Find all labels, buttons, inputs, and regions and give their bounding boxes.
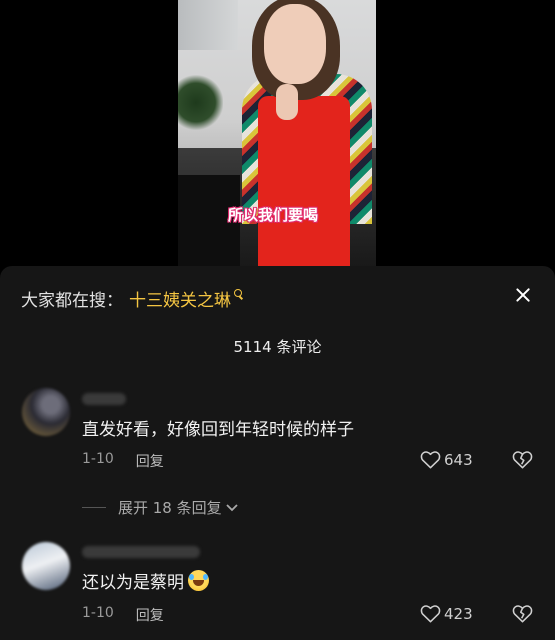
- broken-heart-icon: [512, 451, 533, 469]
- comment-text-content: 还以为是蔡明: [82, 573, 184, 593]
- like-button[interactable]: 423: [420, 604, 473, 623]
- like-button[interactable]: 643: [420, 450, 473, 469]
- video-plant: [178, 75, 223, 130]
- avatar[interactable]: [22, 542, 70, 590]
- reply-button[interactable]: 回复: [136, 451, 164, 471]
- username-blurred[interactable]: [82, 393, 126, 405]
- close-icon: [516, 288, 530, 302]
- comment-text[interactable]: 直发好看，好像回到年轻时候的样子: [82, 415, 354, 440]
- comment-date: 1-10: [82, 451, 114, 467]
- comment-count: 5114 条评论: [233, 338, 322, 356]
- expand-divider: [82, 507, 106, 508]
- laugh-crying-emoji-icon: [188, 570, 209, 591]
- expand-replies-label: 展开 18 条回复: [118, 499, 222, 517]
- heart-outline-icon: [420, 451, 441, 469]
- search-suggestion-label: 大家都在搜：: [21, 290, 123, 311]
- video-player[interactable]: 所以我们要喝: [0, 0, 555, 266]
- reply-button[interactable]: 回复: [136, 605, 164, 625]
- like-count: 643: [444, 450, 473, 469]
- close-button[interactable]: [508, 280, 538, 310]
- broken-heart-icon: [512, 605, 533, 623]
- avatar[interactable]: [22, 388, 70, 436]
- comment-meta: 1-10 回复: [82, 605, 164, 625]
- dislike-button[interactable]: [512, 604, 533, 627]
- comment-text[interactable]: 还以为是蔡明: [82, 568, 209, 593]
- video-person-face: [264, 4, 326, 84]
- video-person-apron: [258, 96, 350, 266]
- like-count: 423: [444, 604, 473, 623]
- video-person-hand: [276, 84, 298, 120]
- search-suggestion-term[interactable]: 十三姨关之琳: [129, 286, 231, 311]
- heart-outline-icon: [420, 605, 441, 623]
- comment-text-content: 直发好看，好像回到年轻时候的样子: [82, 420, 354, 440]
- search-icon: [234, 289, 244, 301]
- video-frame[interactable]: 所以我们要喝: [178, 0, 376, 266]
- comment-meta: 1-10 回复: [82, 451, 164, 471]
- comment-date: 1-10: [82, 605, 114, 621]
- video-subtitle: 所以我们要喝: [228, 206, 319, 224]
- search-suggestion[interactable]: 大家都在搜： 十三姨关之琳: [21, 286, 244, 311]
- username-blurred[interactable]: [82, 546, 200, 558]
- expand-replies-button[interactable]: 展开 18 条回复: [82, 497, 239, 518]
- comment-sheet: 大家都在搜： 十三姨关之琳 5114 条评论 直发好看，好像回到年轻时候的样子 …: [0, 266, 555, 640]
- chevron-down-icon: [225, 503, 238, 511]
- dislike-button[interactable]: [512, 450, 533, 473]
- video-cabinet: [178, 0, 238, 50]
